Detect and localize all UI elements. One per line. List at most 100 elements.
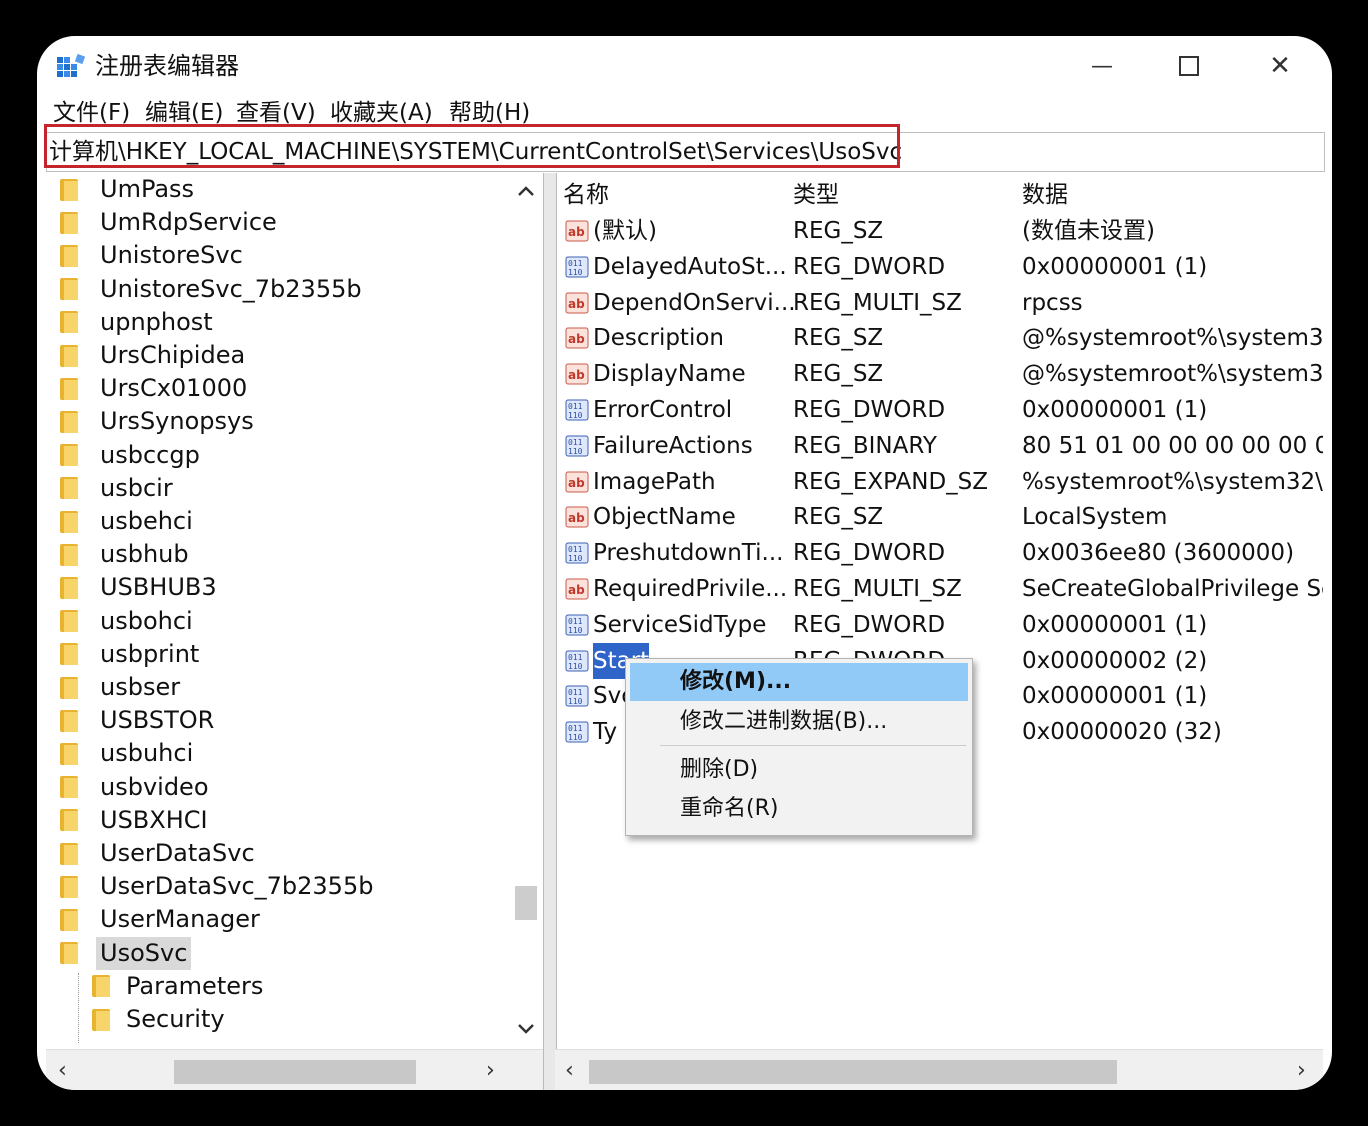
tree-item[interactable]: usbprint: [60, 638, 199, 671]
value-row[interactable]: 011 110 ServiceSidType REG_DWORD 0x00000001 …: [555, 607, 1323, 643]
tree-hscroll-thumb[interactable]: [174, 1060, 416, 1084]
value-name: RequiredPrivile...: [593, 576, 788, 602]
scroll-down-icon[interactable]: [517, 1023, 535, 1035]
value-row[interactable]: ab DisplayName REG_SZ @%systemroot%\system3…: [555, 356, 1323, 392]
tree-item-label: usbcir: [100, 473, 173, 502]
tree-item[interactable]: usbvideo: [60, 771, 209, 804]
tree-scroll-thumb[interactable]: [515, 886, 537, 920]
title-bar[interactable]: 注册表编辑器 — ✕: [37, 36, 1332, 96]
value-row[interactable]: 011 110 FailureActions REG_BINARY 80 51 01 0…: [555, 428, 1323, 464]
tree-item[interactable]: UserManager: [60, 903, 260, 936]
tree-item[interactable]: USBXHCI: [60, 804, 208, 837]
tree-item[interactable]: usbser: [60, 671, 180, 704]
value-name: FailureActions: [593, 432, 753, 459]
column-header-data[interactable]: 数据: [1022, 179, 1068, 211]
tree-item[interactable]: upnphost: [60, 306, 213, 339]
tree-item[interactable]: usbehci: [60, 505, 193, 538]
context-delete[interactable]: 删除(D): [626, 751, 972, 789]
column-header-name[interactable]: 名称: [563, 179, 609, 211]
value-name: PreshutdownTi...: [593, 540, 784, 567]
value-type: REG_DWORD: [793, 540, 946, 567]
tree-item[interactable]: UrsCx01000: [60, 372, 247, 405]
folder-icon: [60, 278, 78, 301]
tree-item[interactable]: UmRdpService: [60, 206, 277, 239]
string-value-icon: ab: [565, 363, 589, 385]
tree-vertical-scrollbar[interactable]: [509, 173, 543, 1049]
tree-item[interactable]: Parameters: [92, 970, 263, 1003]
value-name: ErrorControl: [593, 397, 733, 423]
tree-item-label: usbuhci: [100, 739, 194, 768]
string-value-icon: ab: [565, 506, 589, 528]
tree-item[interactable]: usbhub: [60, 538, 189, 571]
tree-item-label: Parameters: [126, 971, 264, 1000]
value-row[interactable]: 011 110 PreshutdownTi... REG_DWORD 0x0036ee8…: [555, 535, 1323, 571]
folder-icon: [92, 1008, 110, 1031]
folder-icon: [60, 211, 78, 234]
tree-horizontal-scrollbar[interactable]: ‹ ›: [46, 1049, 543, 1090]
svg-text:110: 110: [568, 662, 583, 671]
context-modify[interactable]: 修改(M)...: [630, 663, 968, 701]
folder-icon: [60, 244, 78, 267]
string-value-icon: ab: [565, 292, 589, 314]
folder-icon: [60, 477, 78, 500]
minimize-icon: —: [1091, 53, 1113, 79]
tree-item[interactable]: UmPass: [60, 173, 194, 206]
registry-editor-icon: [57, 53, 85, 77]
svg-text:ab: ab: [568, 476, 585, 490]
context-rename[interactable]: 重命名(R): [626, 790, 972, 828]
minimize-button[interactable]: —: [1072, 44, 1132, 88]
value-type: REG_EXPAND_SZ: [793, 468, 989, 495]
value-row[interactable]: ab (默认) REG_SZ (数值未设置): [555, 213, 1323, 249]
tree-item[interactable]: UserDataSvc: [60, 837, 255, 870]
tree-item[interactable]: usbcir: [60, 472, 173, 505]
list-horizontal-scrollbar[interactable]: ‹ ›: [555, 1049, 1323, 1090]
column-header-type[interactable]: 类型: [793, 179, 839, 211]
tree-item[interactable]: UserDataSvc_7b2355b: [60, 870, 373, 903]
close-button[interactable]: ✕: [1250, 44, 1310, 88]
scroll-up-icon[interactable]: [517, 185, 535, 197]
maximize-button[interactable]: [1159, 44, 1219, 88]
value-row[interactable]: ab ObjectName REG_SZ LocalSystem: [555, 499, 1323, 535]
tree-item-label: UrsCx01000: [100, 374, 248, 403]
folder-icon: [60, 709, 78, 732]
tree-item[interactable]: usbuhci: [60, 737, 193, 770]
tree-item[interactable]: UrsChipidea: [60, 339, 245, 372]
tree-item[interactable]: UnistoreSvc: [60, 239, 243, 272]
context-modify-binary[interactable]: 修改二进制数据(B)...: [626, 703, 972, 741]
tree-item[interactable]: USBHUB3: [60, 571, 217, 604]
folder-icon: [60, 809, 78, 832]
value-type: REG_DWORD: [793, 397, 946, 423]
svg-text:ab: ab: [568, 332, 585, 346]
tree-item[interactable]: UsoSvc: [60, 936, 192, 970]
value-type: REG_BINARY: [793, 432, 937, 459]
value-row[interactable]: ab DependOnServi... REG_MULTI_SZ rpcss: [555, 285, 1323, 321]
svg-text:011: 011: [568, 545, 583, 554]
tree-item-label: UmRdpService: [100, 208, 277, 237]
value-name: DependOnServi...: [593, 289, 796, 316]
value-name: ImagePath: [593, 468, 716, 495]
tree-item-label: UrsSynopsys: [100, 407, 254, 436]
scroll-left-icon[interactable]: ‹: [58, 1056, 67, 1086]
tree-item[interactable]: usbohci: [60, 605, 193, 638]
value-data: (数值未设置): [1022, 218, 1155, 244]
tree-item[interactable]: Security: [92, 1003, 225, 1036]
value-row[interactable]: ab Description REG_SZ @%systemroot%\system3…: [555, 320, 1323, 356]
svg-text:110: 110: [568, 411, 583, 420]
tree-item-label: UnistoreSvc_7b2355b: [100, 274, 362, 303]
tree-item[interactable]: UrsSynopsys: [60, 405, 254, 438]
svg-text:011: 011: [568, 617, 583, 626]
value-row[interactable]: 011 110 ErrorControl REG_DWORD 0x00000001 (1…: [555, 392, 1323, 428]
tree-item-label: UsoSvc: [96, 936, 192, 970]
tree-item[interactable]: usbccgp: [60, 439, 200, 472]
value-data: 0x00000001 (1): [1022, 253, 1208, 280]
value-row[interactable]: ab RequiredPrivile... REG_MULTI_SZ SeCreate…: [555, 571, 1323, 607]
scroll-right-icon[interactable]: ›: [486, 1056, 495, 1086]
scroll-left-icon[interactable]: ‹: [565, 1056, 574, 1086]
tree-item[interactable]: USBSTOR: [60, 704, 214, 737]
value-row[interactable]: ab ImagePath REG_EXPAND_SZ %systemroot%\sys…: [555, 464, 1323, 500]
scroll-right-icon[interactable]: ›: [1297, 1056, 1306, 1086]
tree-item[interactable]: UnistoreSvc_7b2355b: [60, 273, 362, 306]
value-row[interactable]: 011 110 DelayedAutoSt... REG_DWORD 0x0000000…: [555, 249, 1323, 285]
list-hscroll-thumb[interactable]: [589, 1060, 1117, 1084]
svg-text:ab: ab: [568, 225, 585, 239]
